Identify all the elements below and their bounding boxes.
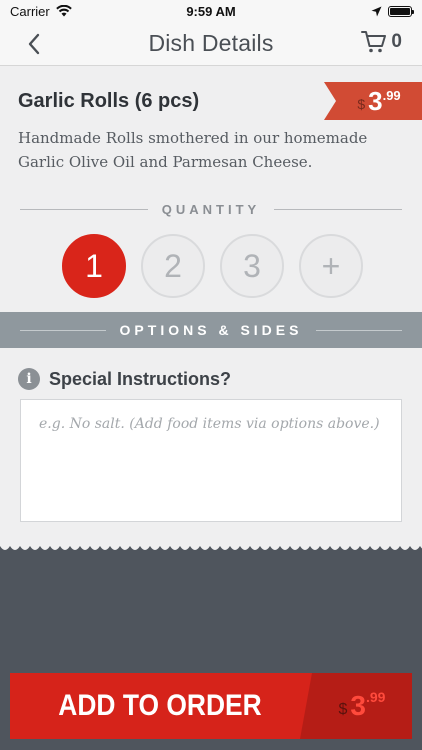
wavy-divider bbox=[0, 540, 422, 550]
quantity-option-1[interactable]: 1 bbox=[62, 234, 126, 298]
order-price-cents: .99 bbox=[366, 689, 386, 705]
order-price-currency: $ bbox=[338, 701, 348, 718]
dish-description: Handmade Rolls smothered in our homemade… bbox=[18, 129, 368, 171]
quantity-option-2[interactable]: 2 bbox=[141, 234, 205, 298]
chevron-left-icon bbox=[28, 33, 40, 55]
divider-line bbox=[20, 209, 148, 210]
nav-bar: Dish Details 0 bbox=[0, 22, 422, 66]
price-whole: 3 bbox=[368, 85, 383, 116]
battery-level bbox=[390, 7, 410, 15]
divider-line bbox=[20, 329, 106, 331]
status-time: 9:59 AM bbox=[186, 3, 236, 19]
divider-line bbox=[274, 209, 403, 210]
order-total-price: $ 3 .99 bbox=[300, 673, 412, 739]
quantity-label: QUANTITY bbox=[161, 202, 261, 217]
dish-details-panel: Garlic Rolls (6 pcs) $ 3 .99 Handmade Ro… bbox=[0, 66, 422, 546]
quantity-selector: 1 2 3 + bbox=[62, 234, 363, 298]
dish-name: Garlic Rolls (6 pcs) bbox=[18, 90, 200, 112]
special-instructions-placeholder: e.g. No salt. (Add food items via option… bbox=[39, 416, 380, 432]
order-price-whole: 3 bbox=[350, 690, 366, 721]
divider-line bbox=[316, 329, 403, 331]
cart-icon bbox=[361, 31, 387, 53]
quantity-option-3[interactable]: 3 bbox=[220, 234, 284, 298]
status-bar: Carrier 9:59 AM bbox=[0, 0, 422, 22]
quantity-more-button[interactable]: + bbox=[299, 234, 363, 298]
battery-icon bbox=[388, 5, 414, 17]
price-cents: .99 bbox=[382, 88, 401, 103]
cart-count: 0 bbox=[391, 31, 402, 52]
options-sides-bar[interactable]: OPTIONS & SIDES bbox=[0, 312, 422, 348]
special-instructions-header: i Special Instructions? bbox=[18, 368, 231, 390]
back-button[interactable] bbox=[22, 30, 48, 58]
special-instructions-input[interactable]: e.g. No salt. (Add food items via option… bbox=[20, 399, 402, 522]
page-title: Dish Details bbox=[148, 30, 274, 56]
quantity-divider: QUANTITY bbox=[20, 202, 403, 217]
add-to-order-label: ADD TO ORDER bbox=[58, 689, 262, 722]
add-to-order-button[interactable]: ADD TO ORDER $ 3 .99 bbox=[10, 673, 412, 739]
price-tag: $ 3 .99 bbox=[324, 82, 422, 120]
price-currency: $ bbox=[357, 96, 366, 112]
special-instructions-label: Special Instructions? bbox=[49, 368, 232, 389]
info-icon: i bbox=[18, 368, 40, 390]
cart-button[interactable]: 0 bbox=[361, 30, 402, 54]
options-sides-label: OPTIONS & SIDES bbox=[119, 322, 303, 338]
